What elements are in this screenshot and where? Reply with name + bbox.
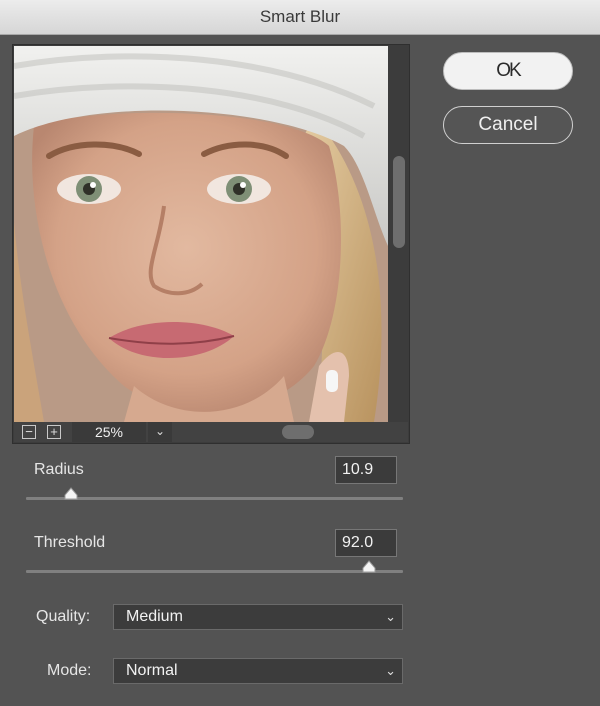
threshold-input[interactable]: 92.0: [335, 529, 397, 557]
portrait-image: [14, 46, 388, 422]
radius-slider-track[interactable]: [26, 487, 403, 500]
cancel-button[interactable]: Cancel: [443, 106, 573, 144]
zoom-bar: − + 25% ⌄: [14, 422, 408, 442]
vertical-scrollbar[interactable]: [389, 46, 409, 422]
quality-select[interactable]: Medium ⌄: [113, 604, 403, 630]
mode-label: Mode:: [47, 662, 92, 679]
chevron-down-icon: ⌄: [385, 663, 396, 678]
preview-image[interactable]: [14, 46, 388, 422]
chevron-down-icon[interactable]: ⌄: [148, 422, 172, 442]
vertical-scroll-thumb[interactable]: [393, 156, 405, 248]
quality-label: Quality:: [36, 608, 91, 625]
preview-panel[interactable]: − + 25% ⌄: [12, 44, 410, 444]
threshold-slider-track[interactable]: [26, 560, 403, 573]
zoom-in-icon[interactable]: +: [47, 425, 61, 439]
ok-button-label: OK: [496, 60, 521, 81]
quality-selected-value: Medium: [126, 608, 183, 625]
window-title: Smart Blur: [0, 0, 600, 35]
mode-select[interactable]: Normal ⌄: [113, 658, 403, 684]
radius-label: Radius: [34, 461, 84, 478]
mode-selected-value: Normal: [126, 662, 178, 679]
threshold-label: Threshold: [34, 534, 106, 551]
ok-button[interactable]: OK: [443, 52, 573, 90]
zoom-out-icon[interactable]: −: [22, 425, 36, 439]
horizontal-scroll-thumb[interactable]: [282, 425, 314, 439]
zoom-level[interactable]: 25%: [72, 422, 146, 442]
radius-input[interactable]: 10.9: [335, 456, 397, 484]
chevron-down-icon: ⌄: [385, 609, 396, 624]
